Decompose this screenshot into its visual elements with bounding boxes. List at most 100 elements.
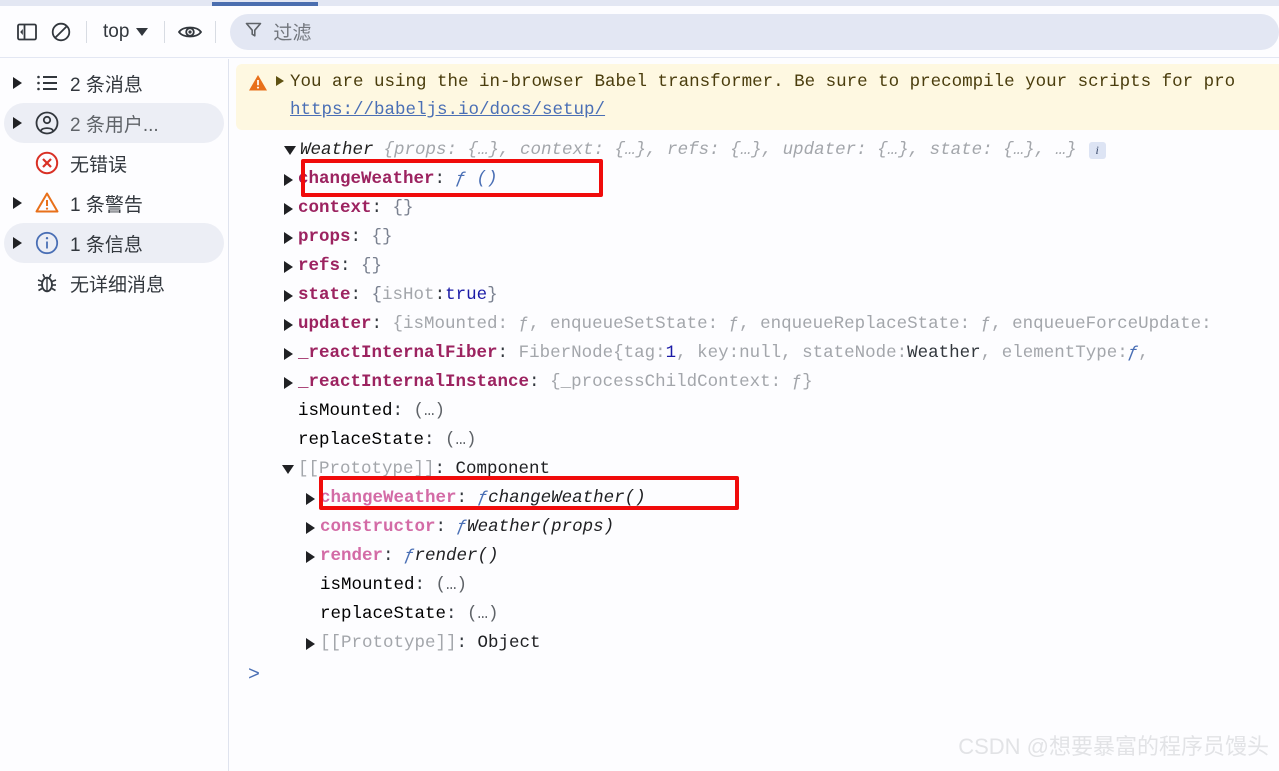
- value-preview: {_processChildContext: ƒ}: [550, 372, 813, 392]
- sidebar-item-label: 无详细消息: [70, 274, 166, 296]
- property-colon: :: [371, 198, 393, 218]
- object-property-row[interactable]: replaceState: (…): [230, 600, 1279, 629]
- property-name: replaceState: [298, 430, 425, 450]
- sidebar-item-user-messages[interactable]: 2 条用户...: [4, 103, 224, 143]
- expand-arrow-icon[interactable]: [10, 77, 24, 89]
- expand-arrow-icon[interactable]: [278, 347, 298, 360]
- value-key: isHot: [382, 285, 435, 305]
- babel-docs-link[interactable]: https://babeljs.io/docs/setup/: [290, 98, 1279, 122]
- expand-arrow-icon[interactable]: [300, 492, 320, 505]
- property-name: _reactInternalInstance: [298, 372, 530, 392]
- expand-arrow-icon[interactable]: [300, 550, 320, 563]
- value-getter[interactable]: (…): [414, 397, 446, 426]
- sidebar-item-info[interactable]: 1 条信息: [4, 223, 224, 263]
- error-circle-icon: [32, 150, 62, 176]
- object-property-row[interactable]: isMounted: (…): [230, 571, 1279, 600]
- object-property-row[interactable]: refs: {}: [230, 252, 1279, 281]
- warning-triangle-icon: [248, 71, 270, 98]
- object-property-row[interactable]: context: {}: [230, 194, 1279, 223]
- collapse-arrow-icon[interactable]: [280, 146, 300, 155]
- chevron-down-icon: [136, 27, 149, 36]
- property-name: render: [320, 546, 384, 566]
- sidebar-item-warnings[interactable]: 1 条警告: [4, 183, 224, 223]
- info-badge[interactable]: i: [1088, 142, 1106, 159]
- expand-arrow-icon[interactable]: [10, 197, 24, 209]
- expand-arrow-icon[interactable]: [278, 173, 298, 186]
- value-preview: ,: [1138, 343, 1149, 363]
- object-property-row[interactable]: _reactInternalFiber: FiberNode {tag: 1, …: [230, 339, 1279, 368]
- info-circle-icon: [32, 230, 62, 256]
- sidebar-item-messages[interactable]: 2 条消息: [4, 63, 224, 103]
- eye-icon[interactable]: [173, 15, 207, 49]
- value-getter[interactable]: (…): [467, 600, 499, 629]
- value-getter[interactable]: (…): [436, 571, 468, 600]
- object-inspector-tree: Weather {props: {…}, context: {…}, refs:…: [230, 136, 1279, 658]
- object-property-row[interactable]: replaceState: (…): [230, 426, 1279, 455]
- object-property-row[interactable]: constructor: ƒ Weather(props): [230, 513, 1279, 542]
- property-colon: :: [350, 285, 372, 305]
- sidebar-item-label: 2 条用户...: [70, 114, 159, 136]
- sidebar-item-label: 无错误: [70, 154, 128, 176]
- warning-text: You are using the in-browser Babel trans…: [290, 72, 1236, 92]
- console-prompt[interactable]: >: [248, 664, 260, 687]
- property-colon: :: [371, 314, 393, 334]
- value-classname: FiberNode: [518, 343, 614, 363]
- expand-arrow-icon[interactable]: [278, 231, 298, 244]
- object-property-row[interactable]: [[Prototype]]: Component: [230, 455, 1279, 484]
- property-name: updater: [298, 314, 372, 334]
- property-colon: :: [434, 169, 456, 189]
- object-property-row[interactable]: changeWeather: ƒ changeWeather(): [230, 484, 1279, 513]
- property-name: props: [298, 227, 351, 247]
- collapse-arrow-icon[interactable]: [278, 465, 298, 474]
- value-function-marker: ƒ: [477, 488, 489, 508]
- property-name: isMounted: [320, 575, 415, 595]
- sidebar-item-label: 1 条信息: [70, 234, 143, 256]
- object-root-row[interactable]: Weather {props: {…}, context: {…}, refs:…: [230, 136, 1279, 165]
- expand-arrow-icon[interactable]: [278, 376, 298, 389]
- value-function-marker: ƒ: [456, 517, 468, 537]
- filter-input-wrapper[interactable]: 过滤: [230, 13, 1279, 50]
- sidebar-item-errors[interactable]: 无错误: [4, 143, 224, 183]
- sidebar-item-verbose[interactable]: 无详细消息: [4, 263, 224, 303]
- object-property-row[interactable]: changeWeather: ƒ (): [230, 165, 1279, 194]
- context-selector-label: top: [103, 20, 130, 42]
- object-property-row[interactable]: props: {}: [230, 223, 1279, 252]
- expand-arrow-icon[interactable]: [300, 521, 320, 534]
- value-getter[interactable]: (…): [445, 426, 477, 455]
- object-property-row[interactable]: isMounted: (…): [230, 397, 1279, 426]
- expand-arrow-icon[interactable]: [278, 260, 298, 273]
- expand-arrow-icon[interactable]: [270, 71, 290, 86]
- context-selector[interactable]: top: [95, 19, 156, 45]
- object-property-row[interactable]: _reactInternalInstance: {_processChildCo…: [230, 368, 1279, 397]
- property-colon: :: [529, 372, 551, 392]
- property-colon: :: [350, 227, 372, 247]
- sidebar-item-label: 1 条警告: [70, 194, 143, 216]
- expand-arrow-icon[interactable]: [278, 289, 298, 302]
- devtools-console-window: top 过滤 2 条消息 2 条用户... 无错误 1 条警告 1 条信息 无详…: [0, 0, 1279, 771]
- property-name: refs: [298, 256, 341, 276]
- warning-triangle-icon: [32, 190, 62, 216]
- expand-arrow-icon[interactable]: [10, 237, 24, 249]
- sidebar-panel-icon[interactable]: [10, 15, 44, 49]
- value-object: {}: [361, 256, 383, 276]
- value-preview: {tag:: [613, 343, 666, 363]
- expand-arrow-icon[interactable]: [278, 318, 298, 331]
- object-property-row[interactable]: [[Prototype]]: Object: [230, 629, 1279, 658]
- value-function-name: Weather(props): [467, 517, 615, 537]
- value-colon: :: [434, 285, 446, 305]
- value-number: 1: [665, 343, 677, 363]
- expand-arrow-icon[interactable]: [300, 637, 320, 650]
- object-property-row[interactable]: state: {isHot: true}: [230, 281, 1279, 310]
- no-entry-icon[interactable]: [44, 15, 78, 49]
- property-colon: :: [392, 401, 414, 421]
- console-warning-message[interactable]: You are using the in-browser Babel trans…: [236, 64, 1279, 130]
- object-property-row[interactable]: render: ƒ render(): [230, 542, 1279, 571]
- object-property-row[interactable]: updater: {isMounted: ƒ, enqueueSetState:…: [230, 310, 1279, 339]
- funnel-icon: [244, 20, 263, 44]
- property-colon: :: [446, 604, 468, 624]
- filter-input[interactable]: 过滤: [273, 18, 311, 45]
- expand-arrow-icon[interactable]: [278, 202, 298, 215]
- value-boolean: true: [445, 285, 488, 305]
- expand-arrow-icon[interactable]: [10, 117, 24, 129]
- property-colon: :: [434, 459, 456, 479]
